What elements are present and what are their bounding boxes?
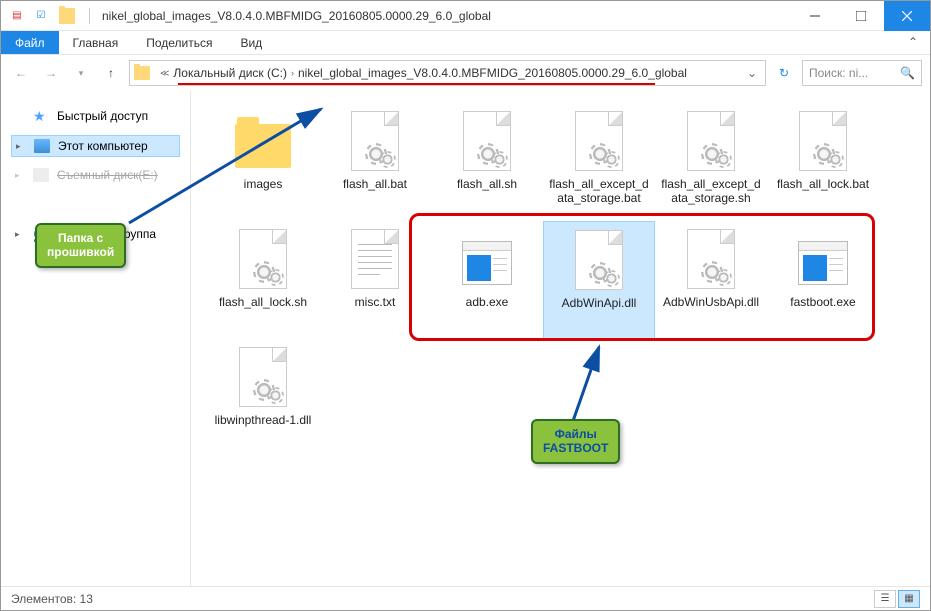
address-folder-icon: [134, 66, 150, 80]
file-label: flash_all_lock.bat: [773, 177, 873, 191]
file-label: misc.txt: [351, 295, 400, 309]
annotation-line2: FASTBOOT: [543, 441, 608, 455]
file-flash-all-except-bat[interactable]: flash_all_except_data_storage.bat: [543, 103, 655, 221]
minimize-button[interactable]: [792, 1, 838, 31]
bat-file-icon: [343, 109, 407, 173]
qat-check-icon[interactable]: ☑: [33, 8, 49, 24]
bat-file-icon: [567, 109, 631, 173]
separator: [89, 8, 90, 24]
pc-icon: [34, 139, 50, 153]
quick-access-toolbar: ▤ ☑: [9, 8, 49, 24]
qat-prop-icon[interactable]: ▤: [9, 8, 25, 24]
file-flash-all-lock-bat[interactable]: flash_all_lock.bat: [767, 103, 879, 221]
file-flash-all-sh[interactable]: flash_all.sh: [431, 103, 543, 221]
address-row: ← → ▾ ↑ ≪ Локальный диск (C:) › nikel_gl…: [1, 55, 930, 91]
annotation-line1: Папка с: [47, 231, 114, 245]
chevron-icon[interactable]: ≪: [156, 68, 173, 79]
nav-up-button[interactable]: ↑: [99, 61, 123, 85]
annotation-arrow-1: [111, 101, 341, 231]
chevron-icon: ▸: [15, 229, 25, 240]
ribbon-tabs: Файл Главная Поделиться Вид ⌃: [1, 31, 930, 55]
statusbar: Элементов: 13 ☰ ▦: [1, 586, 930, 610]
sh-file-icon: [679, 109, 743, 173]
star-icon: ★: [33, 108, 49, 124]
window-title: nikel_global_images_V8.0.4.0.MBFMIDG_201…: [102, 9, 491, 23]
view-icons-button[interactable]: ▦: [898, 590, 920, 608]
window-controls: [792, 1, 930, 31]
refresh-button[interactable]: ↻: [772, 61, 796, 85]
dll-file-icon: [231, 345, 295, 409]
annotation-underline: [178, 83, 655, 85]
annotation-line1: Файлы: [543, 427, 608, 441]
nav-back-button[interactable]: ←: [9, 61, 33, 85]
tab-file[interactable]: Файл: [1, 31, 59, 54]
annotation-arrow-2: [561, 341, 621, 425]
file-flash-all-lock-sh[interactable]: flash_all_lock.sh: [207, 221, 319, 339]
bat-file-icon: [791, 109, 855, 173]
tab-view[interactable]: Вид: [226, 31, 276, 54]
file-label: flash_all_except_data_storage.sh: [655, 177, 767, 206]
annotation-red-frame: [409, 213, 875, 341]
annotation-firmware-folder: Папка с прошивкой: [35, 223, 126, 268]
annotation-fastboot-files: Файлы FASTBOOT: [531, 419, 620, 464]
file-label: flash_all.bat: [339, 177, 411, 191]
close-button[interactable]: [884, 1, 930, 31]
view-details-button[interactable]: ☰: [874, 590, 896, 608]
file-label: libwinpthread-1.dll: [211, 413, 316, 427]
search-icon: 🔍: [900, 66, 915, 80]
folder-icon: [59, 8, 75, 24]
breadcrumb-drive[interactable]: Локальный диск (C:): [173, 66, 287, 80]
annotation-line2: прошивкой: [47, 245, 114, 259]
file-libwinpthread-dll[interactable]: libwinpthread-1.dll: [207, 339, 319, 457]
nav-forward-button[interactable]: →: [39, 61, 63, 85]
file-label: flash_all_lock.sh: [215, 295, 311, 309]
file-label: flash_all.sh: [453, 177, 521, 191]
file-label: flash_all_except_data_storage.bat: [543, 177, 655, 206]
tab-home[interactable]: Главная: [59, 31, 133, 54]
ribbon-collapse-icon[interactable]: ⌃: [896, 31, 930, 54]
breadcrumb-folder[interactable]: nikel_global_images_V8.0.4.0.MBFMIDG_201…: [298, 66, 687, 80]
view-mode-toggle: ☰ ▦: [874, 590, 920, 608]
chevron-right-icon[interactable]: ›: [287, 68, 298, 78]
maximize-button[interactable]: [838, 1, 884, 31]
address-bar[interactable]: ≪ Локальный диск (C:) › nikel_global_ima…: [129, 60, 766, 86]
txt-file-icon: [343, 227, 407, 291]
chevron-icon: ▸: [16, 141, 26, 152]
status-item-count: Элементов: 13: [11, 592, 93, 606]
disk-icon: [33, 168, 49, 182]
nav-recent-button[interactable]: ▾: [69, 61, 93, 85]
titlebar: ▤ ☑ nikel_global_images_V8.0.4.0.MBFMIDG…: [1, 1, 930, 31]
sh-file-icon: [231, 227, 295, 291]
tab-share[interactable]: Поделиться: [132, 31, 226, 54]
address-dropdown-icon[interactable]: ⌄: [743, 66, 761, 80]
file-flash-all-except-sh[interactable]: flash_all_except_data_storage.sh: [655, 103, 767, 221]
search-input[interactable]: Поиск: ni... 🔍: [802, 60, 922, 86]
search-placeholder: Поиск: ni...: [809, 66, 868, 80]
sh-file-icon: [455, 109, 519, 173]
chevron-icon: ▸: [15, 170, 25, 181]
